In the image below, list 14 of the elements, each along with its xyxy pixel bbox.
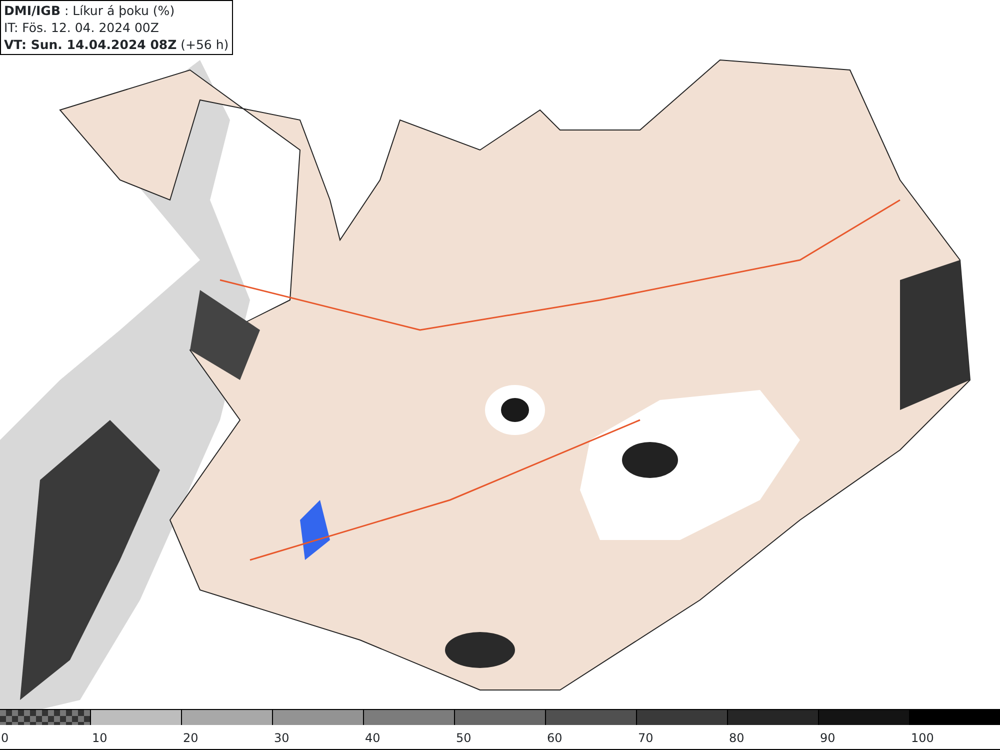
legend-tick-label: 80 [728, 731, 744, 745]
legend-tick-label: 40 [364, 731, 380, 745]
legend-tick-label: 20 [182, 731, 198, 745]
legend-tick-label: 0 [0, 731, 9, 745]
legend-tick-label: 30 [273, 731, 290, 745]
caption-line: VT: Sun. 14.04.2024 08Z (+56 h) [4, 36, 229, 53]
legend-tick-label: 90 [819, 731, 836, 745]
legend-tick-label: 70 [637, 731, 654, 745]
legend-tick-label: 60 [546, 731, 562, 745]
legend-tick-label: 50 [455, 731, 472, 745]
caption-line: IT: Fös. 12. 04. 2024 00Z [4, 19, 160, 36]
caption-line: DMI/IGB : Líkur á þoku (%) [4, 2, 176, 19]
legend-tick-label: 100 [910, 731, 934, 745]
legend-tick-label: 10 [91, 731, 108, 745]
